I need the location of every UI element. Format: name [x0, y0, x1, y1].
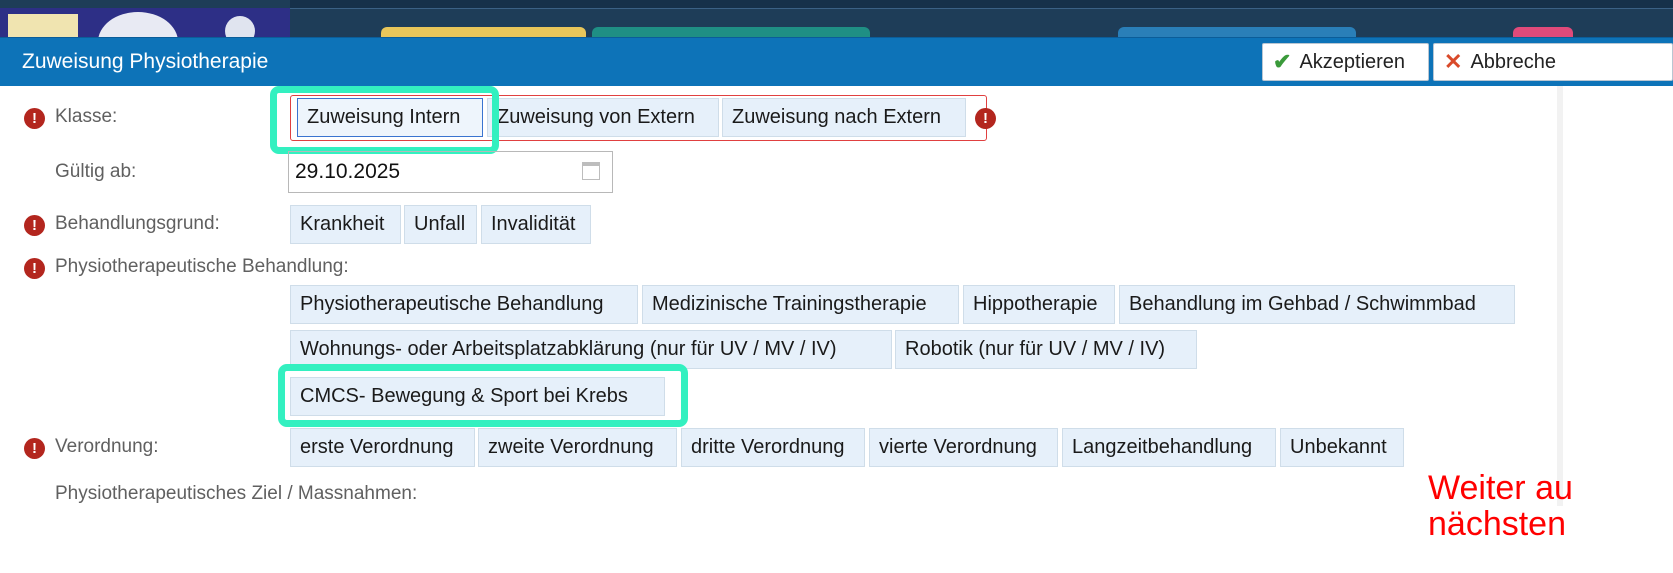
verordnung-option-zweite[interactable]: zweite Verordnung [478, 428, 677, 467]
app-header-strip [290, 0, 1673, 9]
behandlungsgrund-label: Behandlungsgrund: [55, 213, 220, 234]
verordnung-option-unbekannt[interactable]: Unbekannt [1280, 428, 1404, 467]
physio-label: Physiotherapeutische Behandlung: [55, 256, 349, 277]
gueltig-date-value: 29.10.2025 [295, 160, 401, 183]
verordnung-option-vierte[interactable]: vierte Verordnung [869, 428, 1058, 467]
verordnung-label: Verordnung: [55, 436, 159, 457]
cancel-label: Abbreche [1470, 50, 1557, 73]
close-icon: ✕ [1444, 49, 1463, 74]
physio-option-behandlung[interactable]: Physiotherapeutische Behandlung [290, 285, 638, 324]
accept-button[interactable]: ✔ Akzeptieren [1262, 43, 1429, 81]
annotation-line-2: nächsten [1428, 505, 1566, 543]
klasse-option-von-extern[interactable]: Zuweisung von Extern [487, 98, 719, 137]
physio-option-gehbad[interactable]: Behandlung im Gehbad / Schwimmbad [1119, 285, 1515, 324]
grund-option-unfall[interactable]: Unfall [404, 205, 477, 244]
scrollbar[interactable] [1557, 86, 1563, 506]
verordnung-option-erste[interactable]: erste Verordnung [290, 428, 475, 467]
highlight-frame [270, 86, 499, 154]
zuweisung-dialog: Zuweisung Physiotherapie ✔ Akzeptieren ✕… [0, 37, 1673, 573]
physio-option-hippotherapie[interactable]: Hippotherapie [963, 285, 1115, 324]
verordnung-option-langzeit[interactable]: Langzeitbehandlung [1062, 428, 1276, 467]
physio-option-trainingstherapie[interactable]: Medizinische Trainingstherapie [642, 285, 959, 324]
calendar-icon[interactable] [582, 162, 600, 180]
dialog-title: Zuweisung Physiotherapie [22, 50, 269, 73]
annotation-line-1: Weiter au [1428, 469, 1573, 507]
required-icon: ! [24, 438, 45, 459]
klasse-option-nach-extern[interactable]: Zuweisung nach Extern [722, 98, 966, 137]
checkmark-icon: ✔ [1273, 49, 1292, 74]
grund-option-krankheit[interactable]: Krankheit [290, 205, 401, 244]
accept-label: Akzeptieren [1299, 50, 1406, 73]
ziel-label: Physiotherapeutisches Ziel / Massnahmen: [55, 483, 418, 504]
gueltig-date-input[interactable]: 29.10.2025 [288, 151, 613, 193]
required-icon: ! [24, 108, 45, 129]
klasse-label: Klasse: [55, 106, 118, 127]
grund-option-invaliditaet[interactable]: Invalidität [481, 205, 591, 244]
gueltig-label: Gültig ab: [55, 161, 137, 182]
required-icon: ! [24, 215, 45, 236]
dialog-titlebar: Zuweisung Physiotherapie ✔ Akzeptieren ✕… [0, 38, 1673, 86]
error-icon: ! [975, 108, 996, 129]
annotation-text: Weiter au nächsten [1428, 470, 1573, 542]
highlight-frame [278, 364, 688, 427]
required-icon: ! [24, 258, 45, 279]
physio-option-robotik[interactable]: Robotik (nur für UV / MV / IV) [895, 330, 1197, 369]
cancel-button[interactable]: ✕ Abbreche [1433, 43, 1673, 81]
app-logo-area [0, 8, 290, 72]
verordnung-option-dritte[interactable]: dritte Verordnung [681, 428, 865, 467]
